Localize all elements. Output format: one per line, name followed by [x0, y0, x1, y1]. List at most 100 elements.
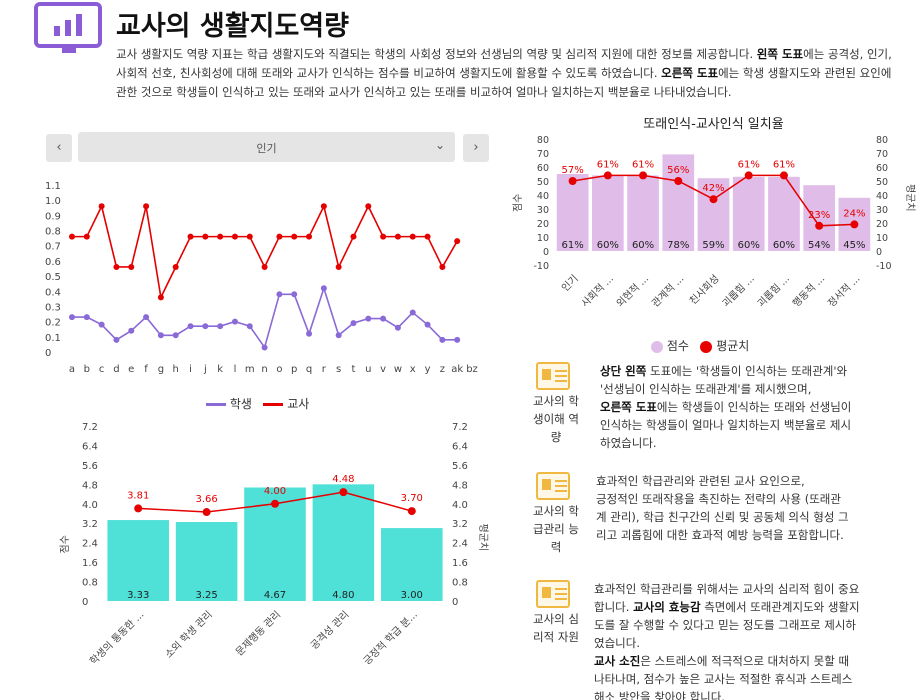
y2-tick-label: 3.2 [452, 519, 468, 530]
profile-card-icon [536, 580, 570, 608]
x-tick-label: y [425, 364, 431, 375]
avg-point [407, 507, 416, 516]
y2-tick-label: 5.6 [452, 461, 468, 472]
avg-value-label: 24% [843, 208, 865, 219]
x-tick-label: 인기 [559, 273, 581, 295]
data-point [439, 263, 446, 270]
section-text-line: 나타나며, 점수가 높은 교사는 적절한 휴식과 스트레스 [594, 672, 853, 686]
x-tick-label: s [336, 364, 341, 375]
section-text: 효과적인 학급관리를 위해서는 교사의 심리적 힘이 중요 합니다. 교사의 효능… [594, 580, 860, 700]
x-tick-label: 소외 학생 관리 [163, 609, 215, 661]
y-tick-label: 1.6 [82, 558, 98, 569]
y-tick-label: 4.0 [82, 500, 98, 511]
data-point [83, 314, 90, 321]
data-point [380, 315, 387, 322]
bar-legend: 점수 평균치 [651, 337, 749, 354]
y2-tick-label: 40 [876, 191, 888, 202]
data-point [98, 203, 105, 210]
avg-point [339, 488, 348, 497]
x-tick-label: h [173, 364, 179, 375]
x-tick-label: 괴롭힘 ... [755, 273, 792, 310]
data-point [231, 233, 238, 240]
x-tick-label: o [276, 364, 282, 375]
section-text: 상단 왼쪽 도표에는 '학생들이 인식하는 또래관계'와 '선생님이 인식하는 또… [600, 362, 851, 452]
x-tick-label: b [84, 364, 90, 375]
avg-point [744, 171, 753, 180]
section-text-line: 인식하는 학생들이 얼마나 일치하는지 백분율로 제시 [600, 418, 852, 432]
section-text-line: 상단 왼쪽 도표에는 '학생들이 인식하는 또래관계'와 [600, 364, 848, 378]
x-tick-label: 외현적 ... [614, 273, 651, 310]
data-point [394, 324, 401, 331]
bar-value-label: 59% [702, 240, 724, 251]
data-point [83, 233, 90, 240]
legend-label-score: 점수 [666, 339, 689, 353]
avg-value-label: 3.81 [127, 490, 149, 501]
data-point [439, 336, 446, 343]
x-tick-label: g [158, 364, 164, 375]
avg-value-label: 61% [773, 159, 795, 170]
data-point [380, 233, 387, 240]
x-tick-label: 긍정적 학급 분... [361, 609, 420, 668]
x-tick-label: m [245, 364, 255, 375]
data-point [394, 233, 401, 240]
data-point [454, 238, 461, 245]
avg-point [709, 195, 718, 204]
x-tick-label: z [440, 364, 445, 375]
data-point [113, 263, 120, 270]
y2-tick-label: 50 [876, 177, 888, 188]
y-tick-label: 0.9 [45, 211, 61, 222]
avg-point [202, 508, 211, 517]
avg-value-label: 61% [738, 159, 760, 170]
x-tick-label: ak [451, 364, 463, 375]
data-point [128, 263, 135, 270]
avg-point [568, 177, 577, 185]
y-tick-label: -10 [533, 261, 549, 272]
data-point [454, 336, 461, 343]
y-tick-label: 7.2 [82, 422, 98, 433]
series-line-teacher [72, 203, 458, 300]
section-text-line: 합니다. 교사의 효능감 측면에서 또래관계지도와 생활지 [594, 600, 860, 614]
data-point [350, 233, 357, 240]
section-text: 효과적인 학급관리와 관련된 교사 요인으로, 긍정적인 또래작용을 촉진하는 전… [596, 472, 849, 544]
y2-tick-label: 30 [876, 205, 888, 216]
x-tick-label: 정서적 ... [826, 273, 863, 310]
avg-value-label: 61% [632, 159, 654, 170]
y-tick-label: 40 [537, 191, 549, 202]
y-tick-label: 30 [537, 205, 549, 216]
section-text-line: 였습니다. [594, 636, 640, 650]
y2-tick-label: 60 [876, 163, 888, 174]
data-point [128, 327, 135, 334]
x-tick-label: j [203, 364, 207, 375]
data-point [409, 309, 416, 316]
avg-value-label: 56% [667, 165, 689, 176]
section-text-line: 도를 잘 수행할 수 있다고 믿는 정도를 그래프로 제시하 [594, 618, 857, 632]
y-tick-label: 0 [45, 348, 51, 359]
y-tick-label: 4.8 [82, 480, 98, 491]
avg-value-label: 61% [597, 159, 619, 170]
y-tick-label: 5.6 [82, 461, 98, 472]
bar-value-label: 60% [738, 240, 760, 251]
data-point [350, 320, 357, 327]
avg-point [639, 171, 648, 180]
y-tick-label: 0.4 [45, 287, 61, 298]
bar-value-label: 60% [597, 240, 619, 251]
y2-tick-label: 10 [876, 233, 888, 244]
section-text-line: 리고 괴롭힘에 대한 효과적 예방 능력을 포함합니다. [596, 528, 844, 542]
y2-tick-label: 6.4 [452, 441, 468, 452]
x-tick-label: k [217, 364, 223, 375]
data-point [113, 336, 120, 343]
data-point [202, 233, 209, 240]
x-tick-label: 학생의 통동한 ... [88, 609, 147, 668]
y2-tick-label: 0.8 [452, 578, 468, 589]
section-text-line: 긍정적인 또래작용을 촉진하는 전략의 사용 (또래관 [596, 492, 841, 506]
series-line-student [72, 285, 458, 350]
y-tick-label: 0.8 [82, 578, 98, 589]
data-point [424, 321, 431, 328]
data-point [261, 263, 268, 270]
y-tick-label: 3.2 [82, 519, 98, 530]
data-point [172, 263, 179, 270]
x-tick-label: u [365, 364, 371, 375]
x-tick-label: t [352, 364, 356, 375]
y2-axis-label: 평균치 [904, 184, 916, 212]
y2-tick-label: 4.0 [452, 500, 468, 511]
